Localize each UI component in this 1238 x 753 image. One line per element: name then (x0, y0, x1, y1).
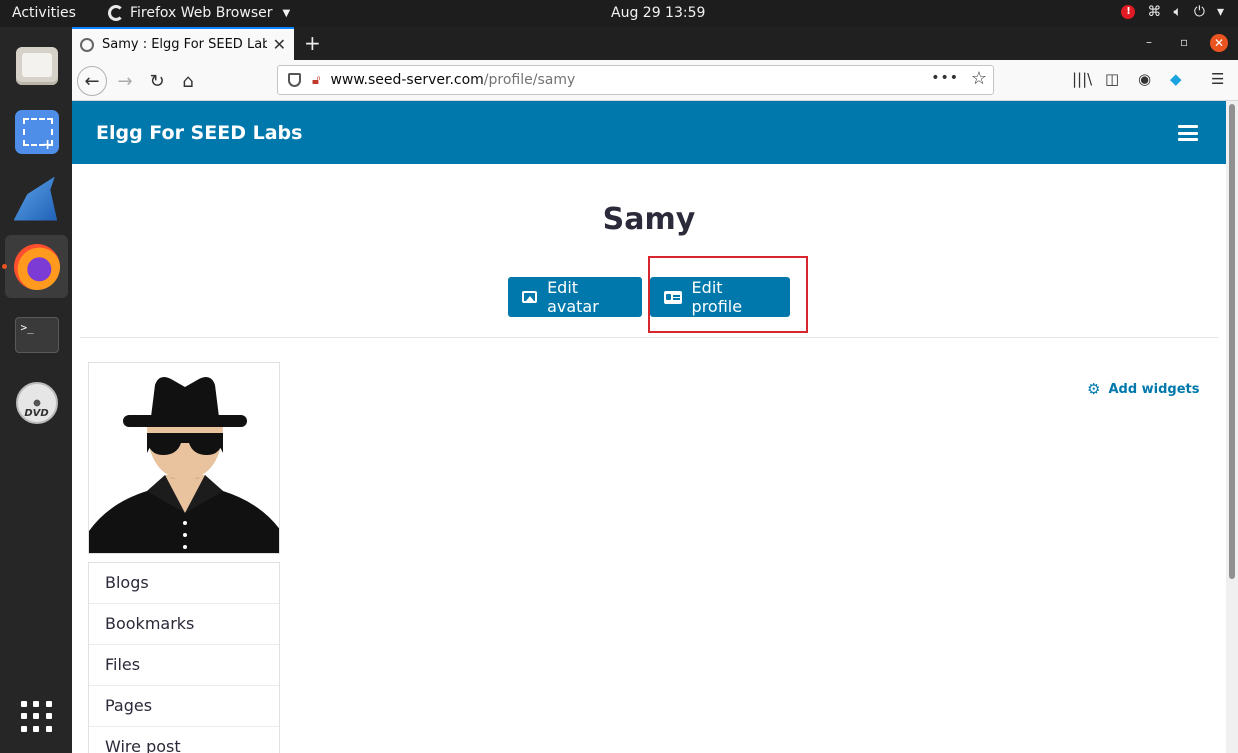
url-bar[interactable]: 🔓︎ www.seed-server.com/profile/samy ••• … (277, 65, 994, 95)
url-path: /profile/samy (483, 72, 576, 88)
menu-item-files[interactable]: Files (89, 645, 279, 686)
site-header: Elgg For SEED Labs (72, 101, 1226, 164)
app-menu-label: Firefox Web Browser (130, 5, 273, 21)
shield-icon[interactable] (288, 73, 301, 87)
close-icon[interactable]: ✕ (273, 35, 286, 54)
window-close-button[interactable]: ✕ (1210, 34, 1228, 52)
chevron-down-icon[interactable]: ▾ (1217, 4, 1224, 20)
home-button[interactable]: ⌂ (173, 66, 203, 96)
forward-button[interactable]: → (110, 66, 140, 96)
app-menu[interactable]: Firefox Web Browser ▼ (108, 5, 290, 21)
page-content: Elgg For SEED Labs Samy Edit avatar Edit… (72, 101, 1226, 753)
menu-item-pages[interactable]: Pages (89, 686, 279, 727)
gear-icon: ⚙ (1087, 380, 1101, 398)
tab-title: Samy : Elgg For SEED Labs (102, 37, 267, 52)
profile-name: Samy (602, 202, 696, 237)
maximize-icon[interactable]: ▫ (1180, 35, 1188, 49)
add-widgets-link[interactable]: ⚙ Add widgets (1087, 380, 1200, 398)
show-apps-button[interactable] (5, 685, 68, 748)
dock-item-wireshark[interactable] (5, 167, 68, 230)
wireshark-icon (13, 176, 58, 221)
bookmark-star-icon[interactable]: ☆ (971, 68, 987, 89)
app-grid-icon (20, 700, 53, 733)
url-host: www.seed-server.com (330, 72, 484, 88)
reload-button[interactable]: ↻ (142, 66, 172, 96)
firefox-icon (108, 5, 124, 21)
new-tab-button[interactable]: + (304, 31, 321, 55)
volume-icon[interactable]: 🔈︎ (1173, 4, 1181, 20)
back-button[interactable]: ← (77, 66, 107, 96)
avatar[interactable] (88, 362, 280, 554)
sidebar-icon[interactable]: ◫ (1105, 70, 1119, 88)
image-icon (522, 291, 538, 303)
alert-icon[interactable]: ! (1121, 5, 1136, 19)
annotation-highlight-box (648, 256, 808, 333)
menu-item-wire-post[interactable]: Wire post (89, 727, 279, 753)
network-icon[interactable]: ⌘ (1147, 4, 1161, 20)
favicon-icon (80, 37, 94, 52)
screenshot-icon (14, 109, 59, 154)
insecure-lock-icon[interactable]: 🔓︎ (312, 73, 320, 88)
clock[interactable]: Aug 29 13:59 (611, 5, 705, 21)
minimize-icon[interactable]: – (1146, 35, 1152, 49)
files-icon (15, 46, 58, 85)
owner-block-menu: Blogs Bookmarks Files Pages Wire post (88, 562, 280, 753)
spy-avatar-image (89, 363, 279, 553)
system-tray[interactable]: ! ⌘ 🔈︎ ⏻ ▾ (1121, 4, 1224, 20)
dock-item-files[interactable] (5, 34, 68, 97)
menu-item-bookmarks[interactable]: Bookmarks (89, 604, 279, 645)
site-name[interactable]: Elgg For SEED Labs (96, 122, 302, 144)
dock-item-screenshot[interactable] (5, 100, 68, 163)
dvd-icon: DVD (15, 381, 58, 424)
account-icon[interactable]: ◉ (1138, 70, 1151, 88)
page-scrollbar[interactable] (1226, 101, 1238, 753)
extension-icon[interactable]: ◆ (1170, 70, 1182, 88)
firefox-icon (13, 243, 60, 290)
system-top-bar: Activities Firefox Web Browser ▼ Aug 29 … (0, 0, 1238, 27)
navigation-toolbar: ← → ↻ ⌂ 🔓︎ www.seed-server.com/profile/s… (72, 60, 1238, 101)
edit-avatar-button[interactable]: Edit avatar (508, 277, 642, 317)
dock-item-terminal[interactable]: >_ (5, 303, 68, 366)
activities-button[interactable]: Activities (12, 5, 76, 21)
more-actions-icon[interactable]: ••• (931, 70, 959, 86)
library-icon[interactable]: |||\ (1072, 70, 1092, 88)
edit-avatar-label: Edit avatar (547, 278, 599, 316)
dock: >_ DVD (0, 27, 72, 753)
tab-active[interactable]: Samy : Elgg For SEED Labs ✕ (72, 27, 294, 60)
menu-item-blogs[interactable]: Blogs (89, 563, 279, 604)
hamburger-menu-icon[interactable] (1178, 125, 1198, 141)
running-indicator (2, 264, 7, 269)
menu-icon[interactable]: ☰ (1211, 70, 1224, 88)
chevron-down-icon: ▼ (282, 7, 291, 19)
power-icon[interactable]: ⏻ (1194, 4, 1205, 20)
scrollbar-thumb[interactable] (1229, 104, 1235, 579)
add-widgets-label: Add widgets (1108, 381, 1200, 397)
dock-item-dvd[interactable]: DVD (5, 371, 68, 434)
terminal-icon: >_ (14, 316, 59, 353)
tab-strip: Samy : Elgg For SEED Labs ✕ + – ▫ ✕ (72, 27, 1238, 60)
dock-item-firefox[interactable] (5, 235, 68, 298)
divider (80, 337, 1218, 338)
